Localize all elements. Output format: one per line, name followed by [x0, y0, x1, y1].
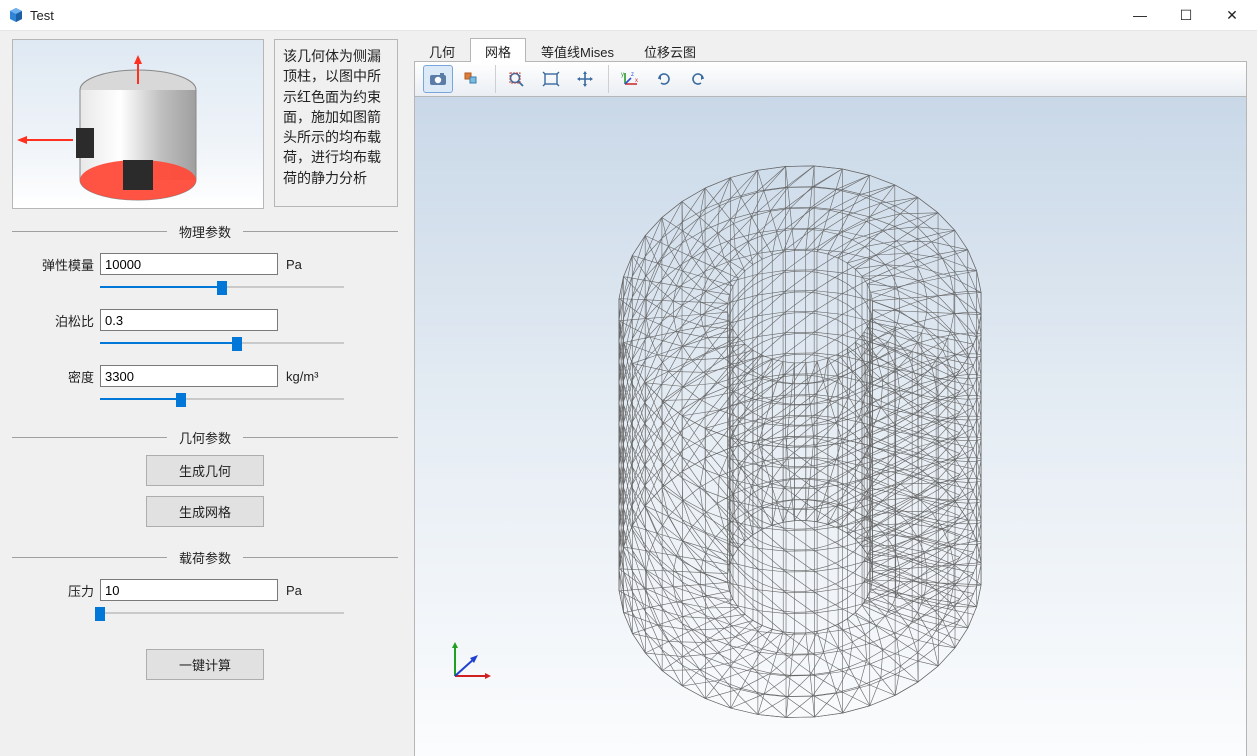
density-input[interactable]: [100, 365, 278, 387]
pressure-unit: Pa: [286, 583, 302, 598]
title-bar: Test — ☐ ✕: [0, 0, 1257, 31]
axes-button[interactable]: y xz: [615, 65, 645, 93]
rotate-ccw-button[interactable]: [683, 65, 713, 93]
pressure-slider[interactable]: [100, 605, 344, 621]
app-icon: [8, 7, 24, 23]
tab-mises[interactable]: 等值线Mises: [526, 38, 629, 62]
zoom-extents-button[interactable]: [536, 65, 566, 93]
geometry-preview: [12, 39, 264, 209]
tab-mesh[interactable]: 网格: [470, 38, 526, 62]
density-slider[interactable]: [100, 391, 344, 407]
window-title: Test: [30, 8, 54, 23]
poisson-input[interactable]: [100, 309, 278, 331]
maximize-button[interactable]: ☐: [1163, 0, 1209, 30]
elastic-modulus-unit: Pa: [286, 257, 302, 272]
generate-geometry-button[interactable]: 生成几何: [146, 455, 264, 486]
section-geometry: 几何参数 生成几何 生成网格: [12, 429, 398, 535]
axis-triad-icon: [445, 636, 495, 686]
display-mode-button[interactable]: [457, 65, 487, 93]
viewer-toolbar: y xz: [415, 62, 1246, 97]
3d-viewport[interactable]: [415, 97, 1246, 756]
pressure-input[interactable]: [100, 579, 278, 601]
compute-button[interactable]: 一键计算: [146, 649, 264, 680]
poisson-slider[interactable]: [100, 335, 344, 351]
generate-mesh-button[interactable]: 生成网格: [146, 496, 264, 527]
camera-button[interactable]: [423, 65, 453, 93]
svg-text:z: z: [631, 72, 634, 78]
rotate-cw-button[interactable]: [649, 65, 679, 93]
left-panel: 该几何体为侧漏顶柱，以图中所示红色面为约束面，施加如图箭头所示的均布载荷，进行均…: [0, 31, 408, 756]
section-physics-title: 物理参数: [175, 222, 235, 241]
pressure-label: 压力: [26, 581, 100, 600]
svg-text:x: x: [635, 78, 638, 84]
svg-text:y: y: [621, 72, 624, 78]
poisson-label: 泊松比: [26, 311, 100, 330]
close-button[interactable]: ✕: [1209, 0, 1255, 30]
density-unit: kg/m³: [286, 369, 319, 384]
section-load-title: 载荷参数: [175, 548, 235, 567]
minimize-button[interactable]: —: [1117, 0, 1163, 30]
right-area: 几何 网格 等值线Mises 位移云图: [408, 31, 1257, 756]
elastic-modulus-label: 弹性模量: [26, 255, 100, 274]
pan-button[interactable]: [570, 65, 600, 93]
section-load: 载荷参数 压力 Pa 一键计算: [12, 549, 398, 688]
elastic-modulus-input[interactable]: [100, 253, 278, 275]
description-text: 该几何体为侧漏顶柱，以图中所示红色面为约束面，施加如图箭头所示的均布载荷，进行均…: [274, 39, 398, 207]
density-label: 密度: [26, 367, 100, 386]
tab-geometry[interactable]: 几何: [414, 38, 470, 62]
tab-bar: 几何 网格 等值线Mises 位移云图: [414, 37, 1247, 62]
section-geometry-title: 几何参数: [175, 428, 235, 447]
zoom-rect-button[interactable]: [502, 65, 532, 93]
section-physics: 物理参数 弹性模量 Pa 泊松比: [12, 223, 398, 415]
elastic-modulus-slider[interactable]: [100, 279, 344, 295]
tab-displacement[interactable]: 位移云图: [629, 38, 711, 62]
